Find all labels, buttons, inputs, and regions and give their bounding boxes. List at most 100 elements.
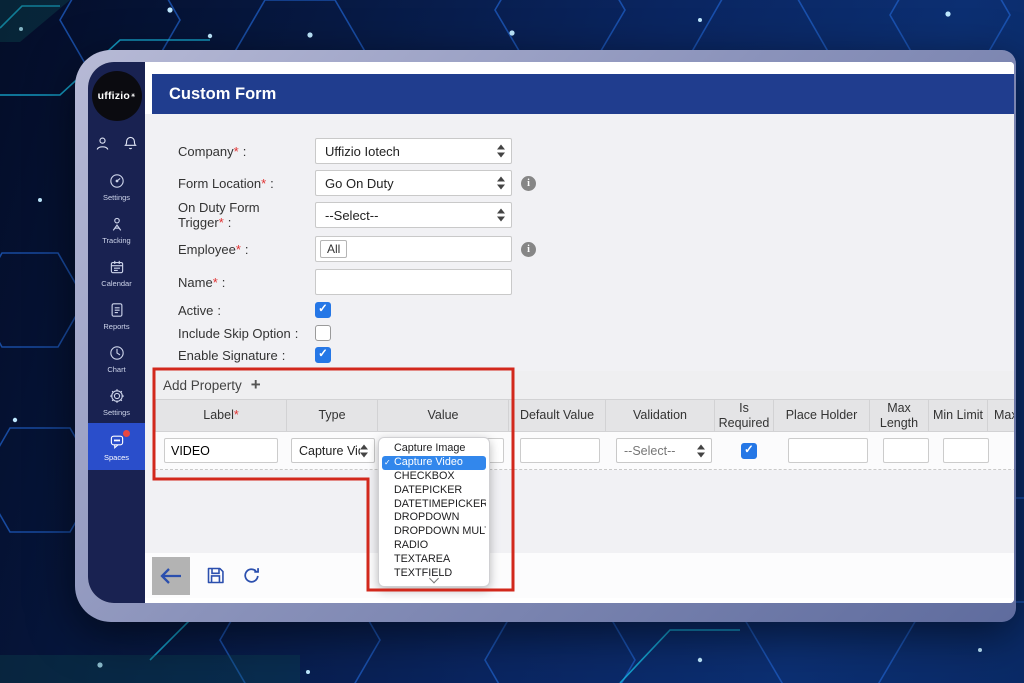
sidebar-item-label: Reports <box>103 322 130 331</box>
form-location-label: Form Location*: <box>178 175 274 191</box>
dropdown-option[interactable]: DROPDOWN <box>382 511 486 525</box>
form-row-enable-signature: Enable Signature: ✓ <box>178 345 331 365</box>
company-label: Company*: <box>178 143 247 159</box>
gear-icon <box>108 387 126 405</box>
include-skip-checkbox[interactable] <box>315 325 331 341</box>
employee-input[interactable]: All <box>315 236 512 262</box>
sidebar-item-tracking[interactable]: Tracking <box>88 208 145 251</box>
sidebar-nav: Settings Tracking Calendar Reports Chart… <box>88 165 145 470</box>
form-row-employee: Employee*: All i <box>178 236 1014 262</box>
notification-dot <box>122 430 130 437</box>
column-header-label: Label * <box>155 399 287 432</box>
company-select[interactable]: Uffizio Iotech <box>315 138 512 164</box>
column-header-default-value: Default Value <box>508 399 606 432</box>
property-max-length-input[interactable] <box>883 438 929 463</box>
sidebar-item-chart[interactable]: Chart <box>88 337 145 380</box>
column-header-min-limit: Min Limit <box>928 399 988 432</box>
sidebar-item-reports[interactable]: Reports <box>88 294 145 337</box>
form-row-name: Name*: <box>178 269 1014 295</box>
select-spinner-icon <box>497 176 505 190</box>
employee-tag[interactable]: All <box>320 240 348 258</box>
form-location-select[interactable]: Go On Duty <box>315 170 512 196</box>
active-checkbox[interactable]: ✓ <box>315 302 331 318</box>
refresh-button[interactable] <box>241 565 262 586</box>
refresh-icon <box>244 568 259 583</box>
column-header-max-length: Max Length <box>869 399 929 432</box>
form-content: Company*: Uffizio Iotech Form Location*:… <box>145 114 1014 553</box>
action-toolbar <box>145 553 1014 598</box>
tracking-icon <box>108 215 126 233</box>
sidebar-item-spaces[interactable]: Spaces <box>88 423 145 470</box>
app-window: uffizio ✳ Settings Tracking Calendar Rep… <box>88 62 1014 603</box>
name-label: Name*: <box>178 274 226 290</box>
chart-icon <box>108 344 126 362</box>
enable-signature-label: Enable Signature: <box>178 347 286 363</box>
property-table-header: Label * Type Value Default Value Validati… <box>155 399 1014 432</box>
dropdown-option[interactable]: DATETIMEPICKER <box>382 498 486 512</box>
property-default-value-input[interactable] <box>520 438 600 463</box>
dropdown-option[interactable]: CHECKBOX <box>382 470 486 484</box>
dropdown-option[interactable]: Capture Image <box>382 442 486 456</box>
add-property-title: Add Property <box>163 377 242 393</box>
dropdown-option[interactable]: TEXTAREA <box>382 553 486 567</box>
save-icon <box>207 567 224 584</box>
info-icon[interactable]: i <box>521 175 536 191</box>
back-button[interactable] <box>152 556 190 595</box>
sidebar-item-label: Chart <box>107 365 126 374</box>
logo-text: uffizio <box>97 90 130 102</box>
check-icon: ✓ <box>384 457 391 467</box>
logo-mark-icon: ✳ <box>130 93 136 99</box>
property-min-limit-input[interactable] <box>943 438 989 463</box>
back-icon <box>160 567 181 584</box>
sidebar-item-label: Tracking <box>102 236 131 245</box>
on-duty-trigger-select[interactable]: --Select-- <box>315 202 512 228</box>
dashboard-icon <box>108 172 126 190</box>
sidebar-item-label: Settings <box>102 408 131 417</box>
select-spinner-icon <box>497 144 505 158</box>
sidebar: uffizio ✳ Settings Tracking Calendar Rep… <box>88 62 145 603</box>
add-property-plus-icon[interactable]: + <box>251 375 261 395</box>
calendar-icon <box>108 258 126 276</box>
sidebar-item-label: Calendar <box>101 279 132 288</box>
column-header-validation: Validation <box>605 399 715 432</box>
property-type-select[interactable]: Capture Video <box>291 438 375 463</box>
user-icon[interactable] <box>94 135 111 157</box>
form-row-on-duty-trigger: On Duty Form Trigger*: --Select-- <box>178 200 1014 230</box>
add-property-bar: Add Property + <box>155 371 1014 399</box>
include-skip-label: Include Skip Option: <box>178 325 299 341</box>
property-label-input[interactable] <box>164 438 278 463</box>
enable-signature-checkbox[interactable]: ✓ <box>315 347 331 363</box>
reports-icon <box>108 301 126 319</box>
dropdown-option[interactable]: RADIO <box>382 539 486 553</box>
dropdown-option-selected[interactable]: ✓ Capture Video <box>382 455 486 470</box>
column-header-value: Value <box>377 399 509 432</box>
form-row-form-location: Form Location*: Go On Duty i <box>178 170 1014 196</box>
dropdown-option[interactable]: DROPDOWN MULTIPLE <box>382 525 486 539</box>
on-duty-trigger-label: On Duty Form Trigger*: <box>178 200 260 230</box>
form-row-include-skip: Include Skip Option: <box>178 323 331 343</box>
column-header-type: Type <box>286 399 378 432</box>
notifications-icon[interactable] <box>122 135 139 157</box>
column-header-is-required: Is Required <box>714 399 774 432</box>
is-required-checkbox[interactable]: ✓ <box>741 442 757 459</box>
type-dropdown-popup: Capture Image ✓ Capture Video CHECKBOX DA… <box>378 437 490 587</box>
spaces-icon <box>108 430 130 450</box>
info-icon[interactable]: i <box>521 241 536 257</box>
sidebar-item-calendar[interactable]: Calendar <box>88 251 145 294</box>
column-header-max-limit: Max Limit <box>987 399 1014 432</box>
save-button[interactable] <box>205 565 226 586</box>
name-field[interactable] <box>315 269 512 295</box>
column-header-place-holder: Place Holder <box>773 399 870 432</box>
property-placeholder-input[interactable] <box>787 438 868 463</box>
sidebar-item-settings-dashboard[interactable]: Settings <box>88 165 145 208</box>
property-validation-select[interactable]: --Select-- <box>616 438 712 463</box>
uffizio-logo: uffizio ✳ <box>91 71 142 121</box>
dropdown-option[interactable]: DATEPICKER <box>382 484 486 498</box>
sidebar-item-settings-gear[interactable]: Settings <box>88 380 145 423</box>
screenshot-root: uffizio ✳ Settings Tracking Calendar Rep… <box>0 0 1024 683</box>
property-table-row: Capture Video --Select-- ✓ <box>155 432 1014 470</box>
sidebar-item-label: Spaces <box>103 453 130 462</box>
select-spinner-icon <box>497 208 505 222</box>
employee-label: Employee*: <box>178 241 249 257</box>
page-title: Custom Form <box>169 84 277 103</box>
